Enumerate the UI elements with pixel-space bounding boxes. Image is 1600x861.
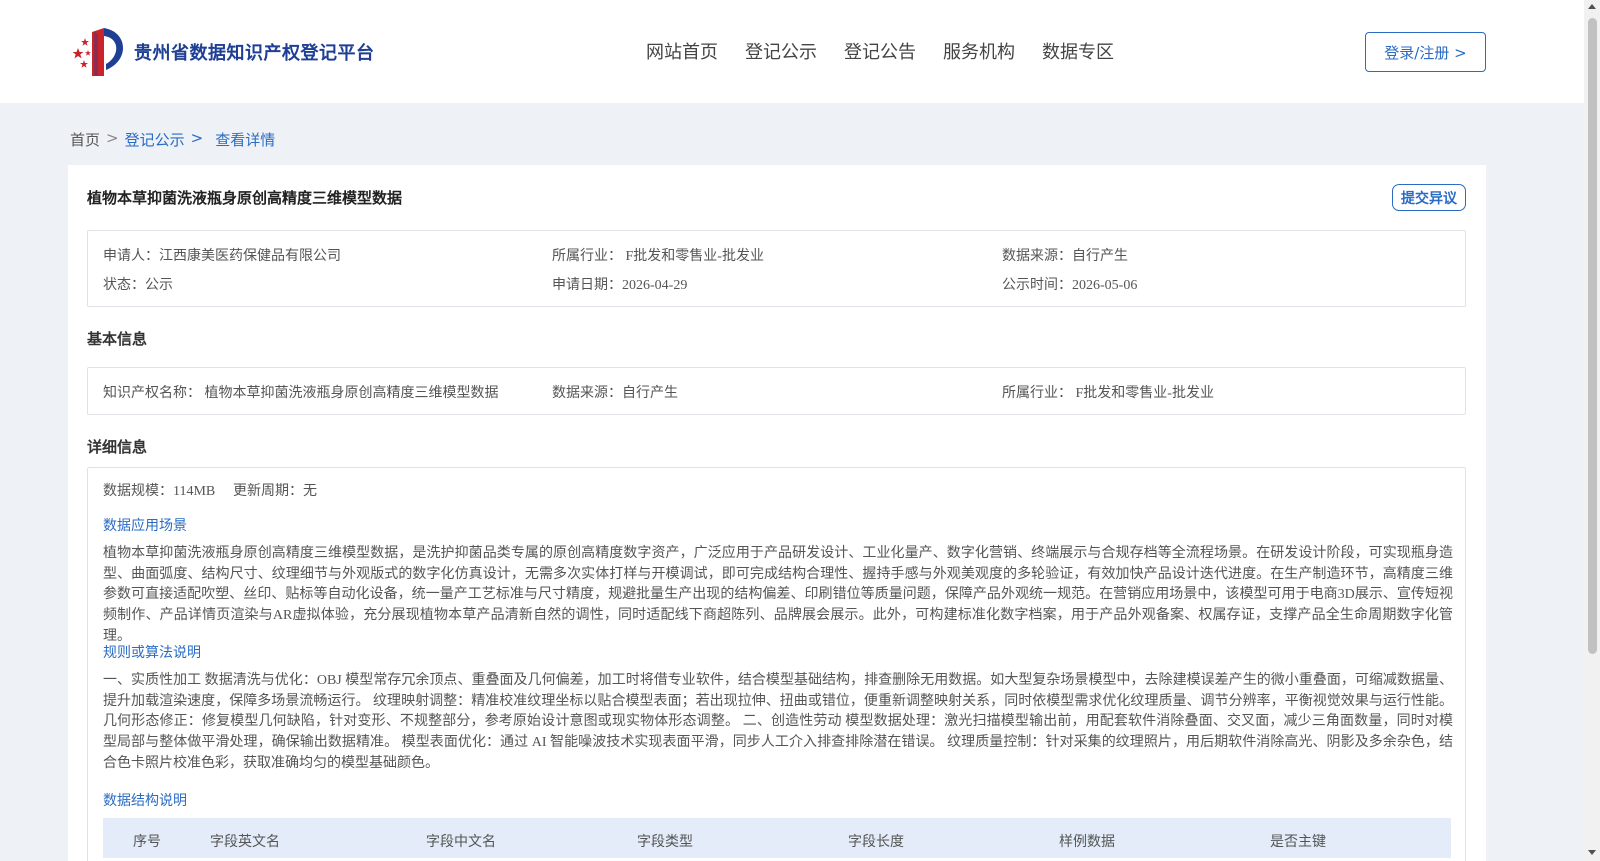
detail-info-heading: 详细信息 (87, 438, 148, 456)
site-name: 贵州省数据知识产权登记平台 (134, 43, 375, 64)
breadcrumb-registry[interactable]: 登记公示 (125, 129, 185, 150)
detail-info-box: 数据规模：114MB 更新周期：无 数据应用场景 植物本草抑菌洗液瓶身原创高精度… (87, 467, 1466, 861)
nav-home[interactable]: 网站首页 (646, 38, 718, 64)
submit-objection-button[interactable]: 提交异议 (1392, 184, 1466, 211)
column-header: 字段英文名 (210, 834, 280, 850)
ip-name: 知识产权名称： 植物本草抑菌洗液瓶身原创高精度三维模型数据 (103, 386, 499, 401)
breadcrumb-separator: > (106, 129, 119, 147)
structure-heading: 数据结构说明 (103, 793, 187, 809)
column-header: 字段类型 (637, 834, 693, 850)
publish-date: 公示时间：2026-05-06 (1002, 278, 1138, 293)
nav-data-zone[interactable]: 数据专区 (1042, 38, 1114, 64)
applicant: 申请人：江西康美医药保健品有限公司 (103, 249, 341, 264)
rules-heading: 规则或算法说明 (103, 645, 201, 661)
summary-box: 申请人：江西康美医药保健品有限公司 所属行业： F批发和零售业-批发业 数据来源… (87, 230, 1466, 307)
site-header: 贵州省数据知识产权登记平台 网站首页 登记公示 登记公告 服务机构 数据专区 登… (0, 0, 1584, 103)
breadcrumb-current: 查看详情 (215, 131, 276, 149)
detail-card: 植物本草抑菌洗液瓶身原创高精度三维模型数据 提交异议 申请人：江西康美医药保健品… (68, 165, 1486, 861)
breadcrumb: 首页 > 登记公示 > 查看详情 (70, 129, 275, 150)
login-register-button[interactable]: 登录/注册 > (1365, 32, 1486, 72)
breadcrumb-home[interactable]: 首页 (70, 129, 100, 150)
industry: 所属行业： F批发和零售业-批发业 (552, 249, 764, 264)
nav-registry-announcement[interactable]: 登记公告 (844, 38, 916, 64)
scenario-text: 植物本草抑菌洗液瓶身原创高精度三维模型数据，是洗护抑菌品类专属的原创高精度数字资… (103, 546, 1453, 644)
logo-emblem-icon (70, 26, 130, 78)
basic-info-heading: 基本信息 (87, 330, 148, 348)
column-header: 字段中文名 (426, 834, 496, 850)
rules-text: 一、实质性加工 数据清洗与优化：OBJ 模型常存冗余顶点、重叠面及几何偏差，加工… (103, 673, 1454, 771)
data-source: 数据来源：自行产生 (1002, 249, 1128, 264)
basic-data-source: 数据来源：自行产生 (552, 386, 678, 401)
scroll-down-icon[interactable] (1588, 850, 1596, 855)
scrollbar-thumb[interactable] (1588, 18, 1597, 654)
site-logo[interactable]: 贵州省数据知识产权登记平台 (70, 26, 375, 78)
record-title: 植物本草抑菌洗液瓶身原创高精度三维模型数据 (87, 189, 403, 207)
update-cycle: 更新周期：无 (233, 484, 317, 499)
scroll-up-icon[interactable] (1588, 4, 1596, 9)
page-scrollbar[interactable] (1584, 0, 1600, 861)
basic-industry: 所属行业： F批发和零售业-批发业 (1002, 386, 1214, 401)
breadcrumb-separator: > (190, 129, 204, 147)
nav-registry-publicity[interactable]: 登记公示 (745, 38, 817, 64)
column-header: 序号 (133, 834, 161, 850)
structure-table-header: 序号 字段英文名 字段中文名 字段类型 字段长度 样例数据 是否主键 (103, 818, 1451, 858)
column-header: 字段长度 (848, 834, 904, 850)
scenario-heading: 数据应用场景 (103, 518, 187, 534)
status: 状态：公示 (103, 278, 173, 293)
main-nav: 网站首页 登记公示 登记公告 服务机构 数据专区 (646, 38, 1114, 64)
nav-service-agencies[interactable]: 服务机构 (943, 38, 1015, 64)
column-header: 是否主键 (1270, 834, 1326, 850)
data-scale: 数据规模：114MB (103, 484, 216, 499)
basic-info-box: 知识产权名称： 植物本草抑菌洗液瓶身原创高精度三维模型数据 数据来源：自行产生 … (87, 367, 1466, 415)
column-header: 样例数据 (1059, 834, 1115, 850)
apply-date: 申请日期：2026-04-29 (552, 278, 688, 293)
